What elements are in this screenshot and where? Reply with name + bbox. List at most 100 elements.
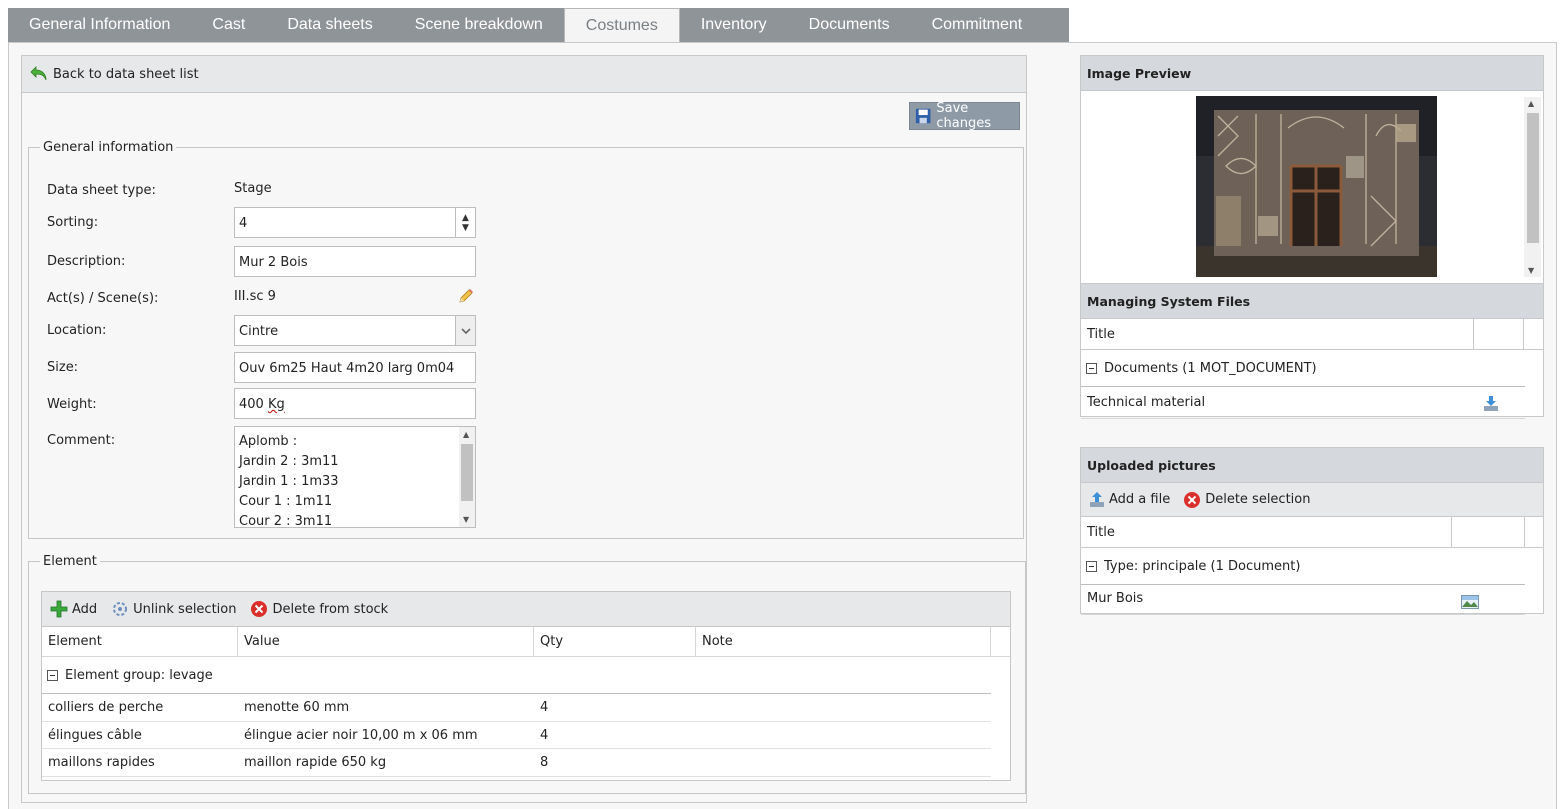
plus-icon [50, 600, 68, 618]
cell-value: élingue acier noir 10,00 m x 06 mm [244, 727, 478, 743]
pencil-edit-icon[interactable] [457, 287, 475, 305]
cell-value: maillon rapide 650 kg [244, 755, 387, 770]
column-header-element[interactable]: Element [42, 627, 238, 657]
sorting-value: 4 [239, 216, 248, 231]
location-dropdown-button[interactable] [455, 316, 475, 345]
column-header-blank [1474, 319, 1524, 350]
size-input[interactable]: Ouv 6m25 Haut 4m20 larg 0m04 [234, 352, 476, 383]
panel-header: Back to data sheet list [22, 56, 1026, 93]
add-element-button[interactable]: Add [50, 600, 97, 618]
element-grid-header: Element Value Qty Note [42, 627, 1010, 657]
delete-circle-icon [251, 601, 268, 617]
uploaded-group-row[interactable]: Type: principale (1 Document) [1081, 548, 1525, 585]
scroll-down-icon[interactable]: ▼ [463, 515, 469, 524]
element-group-label: Element group: levage [65, 667, 213, 683]
cell-qty: 4 [540, 727, 549, 743]
unlink-selection-button[interactable]: Unlink selection [111, 600, 236, 618]
cell-element: colliers de perche [48, 700, 164, 715]
uploaded-pictures-panel: Uploaded pictures Add a file Delete sele… [1080, 447, 1544, 615]
delete-selection-button[interactable]: Delete selection [1183, 491, 1310, 509]
floppy-disk-icon [915, 108, 931, 124]
table-row[interactable]: colliers de perche menotte 60 mm 4 [42, 694, 991, 722]
sorting-spin-buttons[interactable]: ▲ ▼ [455, 208, 475, 237]
element-grid: Add Unlink selection Delete from stock E… [41, 591, 1011, 781]
acts-scenes-label: Act(s) / Scene(s): [47, 291, 159, 306]
table-row[interactable]: maillons rapides maillon rapide 650 kg 8 [42, 749, 991, 777]
uploaded-group-label: Type: principale (1 Document) [1104, 558, 1301, 574]
uploaded-toolbar: Add a file Delete selection [1081, 483, 1543, 517]
element-legend: Element [43, 554, 97, 569]
collapse-icon[interactable] [1086, 362, 1097, 374]
chevron-down-icon [460, 327, 471, 334]
comment-line: Jardin 2 : 3m11 [239, 454, 339, 469]
delete-selection-label: Delete selection [1205, 492, 1311, 507]
download-icon[interactable] [1483, 395, 1499, 412]
location-label: Location: [47, 323, 107, 338]
save-label: Save changes [936, 101, 992, 131]
upload-icon [1090, 492, 1104, 507]
system-files-title: Managing System Files [1081, 284, 1543, 319]
scroll-down-icon[interactable]: ▼ [1528, 266, 1534, 275]
tab-general-information[interactable]: General Information [8, 8, 191, 42]
system-files-group-label: Documents (1 MOT_DOCUMENT) [1104, 360, 1317, 376]
back-link-label: Back to data sheet list [53, 66, 199, 82]
tab-scene-breakdown[interactable]: Scene breakdown [394, 8, 564, 42]
comment-line: Cour 2 : 3m11 [239, 514, 333, 528]
description-input[interactable]: Mur 2 Bois [234, 246, 476, 277]
add-label: Add [72, 601, 98, 617]
list-item[interactable]: Mur Bois [1081, 585, 1525, 615]
add-file-button[interactable]: Add a file [1089, 491, 1170, 508]
table-row[interactable]: élingues câble élingue acier noir 10,00 … [42, 722, 991, 749]
back-arrow-icon [30, 66, 47, 81]
weight-number: 400 [239, 397, 264, 412]
location-select[interactable]: Cintre [234, 315, 476, 346]
tab-costumes[interactable]: Costumes [563, 8, 680, 43]
data-sheet-panel: Back to data sheet list Save changes Gen… [21, 55, 1027, 803]
size-label: Size: [47, 360, 79, 375]
save-changes-button[interactable]: Save changes [909, 101, 1020, 131]
cell-element: élingues câble [48, 727, 142, 743]
collapse-icon[interactable] [47, 669, 58, 681]
column-header-qty[interactable]: Qty [534, 627, 696, 657]
comment-line: Aplomb : [239, 434, 298, 449]
tab-inventory[interactable]: Inventory [680, 8, 788, 42]
column-header-value[interactable]: Value [238, 627, 534, 657]
uploaded-header: Title [1081, 517, 1543, 548]
delete-from-stock-button[interactable]: Delete from stock [250, 600, 388, 618]
unlink-icon [113, 602, 128, 616]
weight-unit: Kg [267, 397, 285, 412]
element-group-row[interactable]: Element group: levage [42, 657, 991, 694]
tab-commitment[interactable]: Commitment [911, 8, 1044, 42]
scrollbar-thumb[interactable] [1527, 113, 1539, 243]
back-to-list-link[interactable]: Back to data sheet list [30, 65, 199, 83]
data-sheet-type-value: Stage [234, 181, 272, 196]
list-item[interactable]: Technical material [1081, 387, 1525, 419]
scrollbar-thumb[interactable] [461, 444, 473, 501]
tab-documents[interactable]: Documents [788, 8, 911, 42]
column-header-title[interactable]: Title [1081, 517, 1452, 548]
system-files-header: Title [1081, 319, 1543, 350]
tab-cast[interactable]: Cast [191, 8, 266, 42]
scroll-up-icon[interactable]: ▲ [463, 430, 469, 439]
chevron-up-icon[interactable]: ▲ [462, 213, 469, 223]
scroll-up-icon[interactable]: ▲ [1528, 99, 1534, 108]
comment-scrollbar[interactable]: ▲ ▼ [459, 427, 475, 527]
weight-input[interactable]: 400 Kg [234, 388, 476, 419]
collapse-icon[interactable] [1086, 560, 1097, 572]
set-photo-image [1196, 96, 1437, 277]
image-thumbnail-icon[interactable] [1461, 595, 1479, 609]
comment-line: Cour 1 : 1m11 [239, 494, 333, 509]
comment-textarea[interactable]: Aplomb : Jardin 2 : 3m11 Jardin 1 : 1m33… [234, 426, 476, 528]
data-sheet-type-label: Data sheet type: [47, 183, 156, 198]
comment-line: Jardin 1 : 1m33 [239, 474, 339, 489]
description-label: Description: [47, 254, 126, 269]
system-files-group-row[interactable]: Documents (1 MOT_DOCUMENT) [1081, 350, 1525, 387]
chevron-down-icon[interactable]: ▼ [462, 223, 469, 233]
preview-scrollbar[interactable]: ▲ ▼ [1524, 97, 1541, 277]
tab-data-sheets[interactable]: Data sheets [266, 8, 393, 42]
sorting-stepper[interactable]: 4 ▲ ▼ [234, 207, 476, 238]
column-header-note[interactable]: Note [696, 627, 991, 657]
column-header-title[interactable]: Title [1081, 319, 1474, 350]
column-header-blank [1452, 517, 1525, 548]
cell-element: maillons rapides [48, 755, 155, 770]
